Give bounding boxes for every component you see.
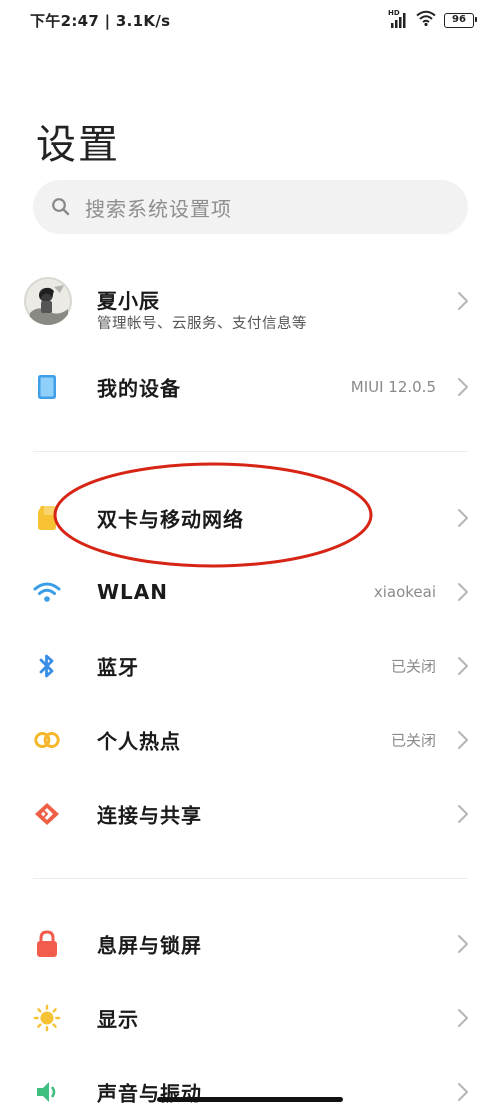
hotspot-label: 个人热点 [97, 729, 181, 754]
wlan-label: WLAN [97, 580, 169, 604]
search-input[interactable]: 搜索系统设置项 [33, 180, 468, 234]
section-divider [33, 451, 468, 452]
status-time-speed: 下午2:47 | 3.1K/s [30, 12, 171, 30]
hotspot-value: 已关闭 [390, 731, 436, 750]
chevron-right-icon [458, 657, 468, 675]
page-title: 设置 [36, 122, 120, 168]
hotspot-icon [33, 726, 61, 754]
brightness-icon [33, 1004, 61, 1032]
avatar [24, 277, 72, 325]
account-name: 夏小辰 [97, 289, 160, 313]
lock-icon [33, 930, 61, 958]
bluetooth-label: 蓝牙 [97, 655, 139, 680]
lock-screen-label: 息屏与锁屏 [97, 933, 202, 958]
my-device-row[interactable]: 我的设备 MIUI 12.0.5 [0, 357, 500, 417]
my-device-label: 我的设备 [97, 376, 181, 401]
cellular-signal-icon: HD [388, 9, 408, 28]
chevron-right-icon [458, 1083, 468, 1101]
hotspot-row[interactable]: 个人热点 已关闭 [0, 710, 500, 770]
wifi-status-icon [416, 10, 436, 30]
my-device-value: MIUI 12.0.5 [350, 378, 436, 396]
wifi-icon [33, 578, 61, 606]
status-icons: HD 96 [388, 9, 477, 30]
sim-card-icon [33, 504, 61, 532]
dual-sim-label: 双卡与移动网络 [97, 507, 244, 532]
search-icon [52, 198, 70, 216]
chevron-right-icon [458, 378, 468, 396]
chevron-right-icon [458, 731, 468, 749]
sound-icon [33, 1078, 61, 1106]
connection-sharing-label: 连接与共享 [97, 803, 202, 828]
search-placeholder: 搜索系统设置项 [85, 196, 232, 221]
connection-sharing-row[interactable]: 连接与共享 [0, 784, 500, 844]
home-gesture-bar[interactable] [157, 1097, 343, 1102]
chevron-right-icon [458, 805, 468, 823]
bluetooth-value: 已关闭 [390, 657, 436, 676]
wlan-value: xiaokeai [373, 583, 436, 601]
display-row[interactable]: 显示 [0, 988, 500, 1048]
status-bar: 下午2:47 | 3.1K/s HD 96 [0, 0, 500, 40]
chevron-right-icon [458, 1009, 468, 1027]
phone-icon [33, 373, 61, 401]
chevron-right-icon [458, 292, 468, 310]
bluetooth-icon [33, 652, 61, 680]
chevron-right-icon [458, 509, 468, 527]
lock-screen-row[interactable]: 息屏与锁屏 [0, 914, 500, 974]
bluetooth-row[interactable]: 蓝牙 已关闭 [0, 636, 500, 696]
account-row[interactable]: 夏小辰 管理帐号、云服务、支付信息等 [0, 270, 500, 332]
account-subtitle: 管理帐号、云服务、支付信息等 [97, 316, 307, 332]
battery-icon: 96 [444, 12, 477, 28]
wlan-row[interactable]: WLAN xiaokeai [0, 562, 500, 622]
chevron-right-icon [458, 935, 468, 953]
display-label: 显示 [97, 1007, 139, 1032]
section-divider [33, 878, 468, 879]
sound-vibration-label: 声音与振动 [97, 1081, 202, 1106]
dual-sim-row[interactable]: 双卡与移动网络 [0, 488, 500, 548]
share-icon [33, 800, 61, 828]
chevron-right-icon [458, 583, 468, 601]
sound-vibration-row[interactable]: 声音与振动 [0, 1062, 500, 1111]
